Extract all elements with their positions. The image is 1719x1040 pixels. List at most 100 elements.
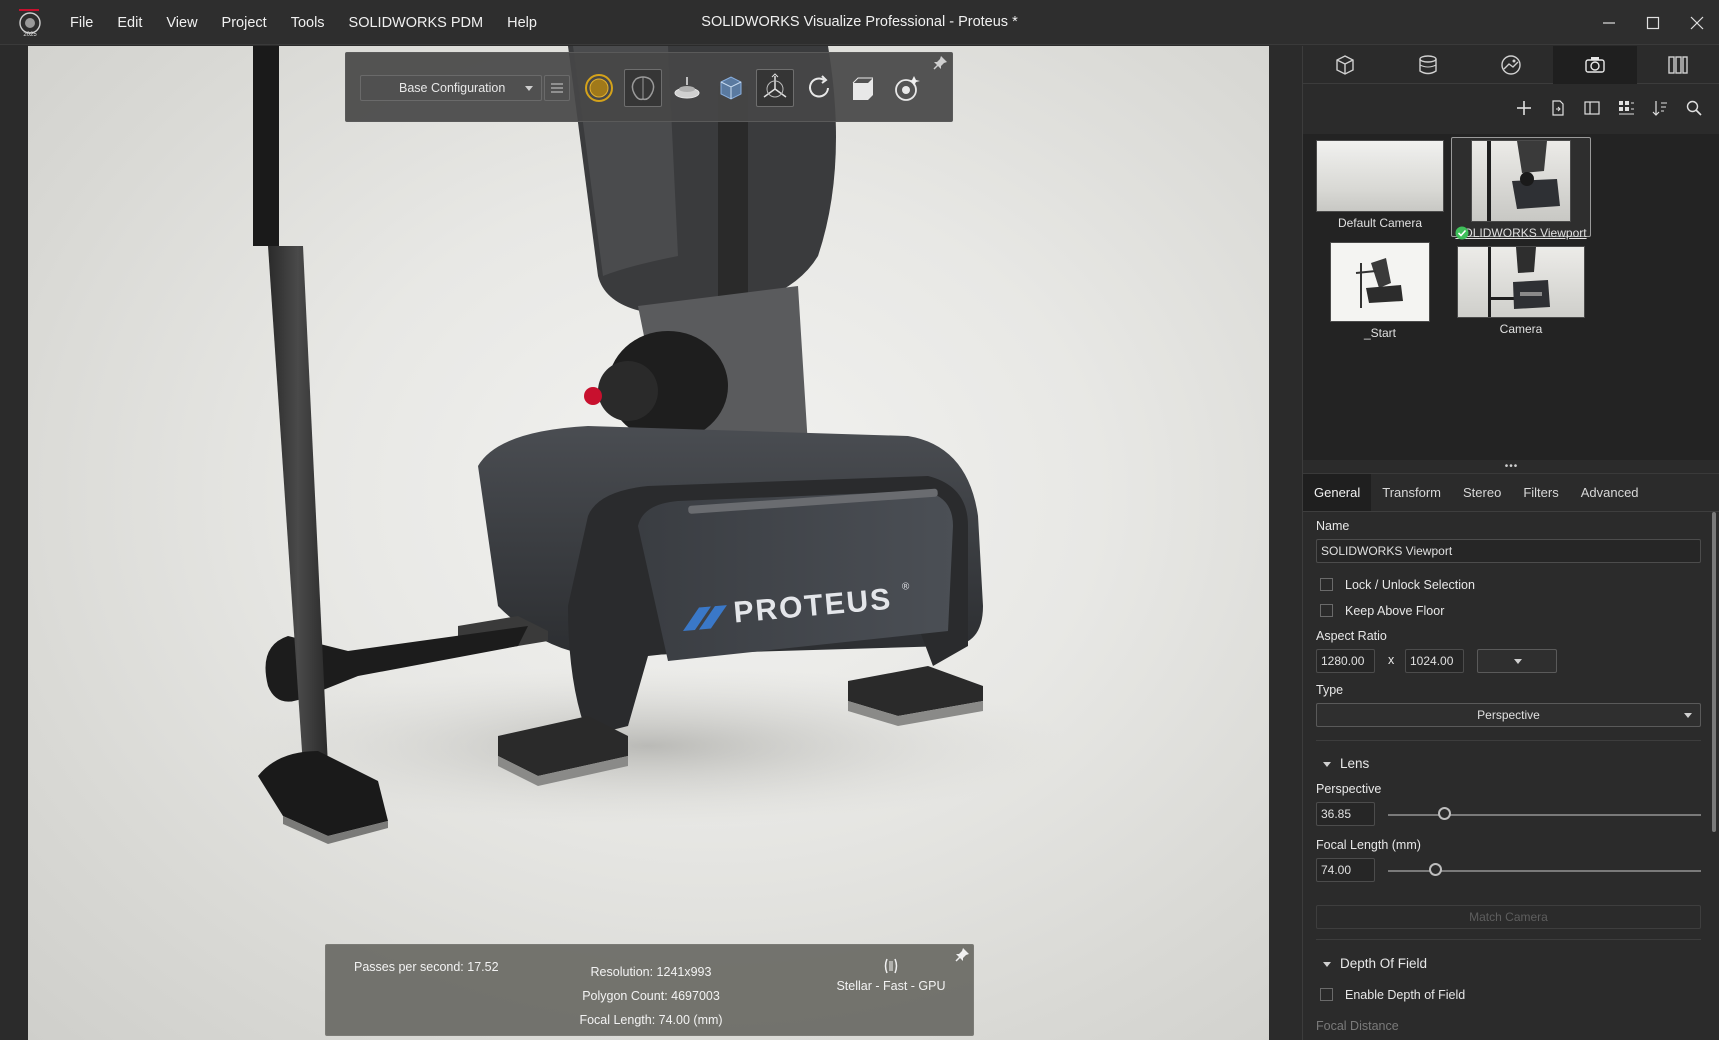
- active-check-icon: [1455, 226, 1469, 240]
- keep-above-floor-checkbox[interactable]: [1320, 604, 1333, 617]
- appearances-icon: [1419, 55, 1437, 75]
- depth-of-field-label: Depth Of Field: [1340, 956, 1428, 971]
- camera-thumb-start[interactable]: _Start: [1310, 242, 1450, 342]
- menu-project[interactable]: Project: [210, 15, 279, 31]
- ai-denoiser-icon: [631, 76, 655, 101]
- minimize-button[interactable]: [1587, 0, 1631, 45]
- camera-thumbnails: Default Camera SOLIDWORKS Viewport _Star…: [1303, 134, 1719, 460]
- name-field[interactable]: SOLIDWORKS Viewport: [1316, 539, 1701, 563]
- match-camera-button[interactable]: Match Camera: [1316, 905, 1701, 929]
- render-mode-button[interactable]: [580, 69, 618, 107]
- tab-filters[interactable]: Filters: [1512, 474, 1569, 511]
- panel-splitter[interactable]: •••: [1303, 460, 1719, 474]
- search-button[interactable]: [1677, 94, 1711, 122]
- chevron-down-icon: [1514, 659, 1522, 664]
- configuration-dropdown[interactable]: Base Configuration: [360, 75, 542, 101]
- layout-button[interactable]: [1575, 94, 1609, 122]
- passes-per-second: Passes per second: 17.52: [354, 960, 499, 974]
- tab-cameras[interactable]: [1553, 46, 1637, 84]
- menu-file[interactable]: File: [58, 15, 105, 31]
- aspect-width-field[interactable]: 1280.00: [1316, 649, 1375, 673]
- camera-type-dropdown[interactable]: Perspective: [1316, 703, 1701, 727]
- enable-dof-label: Enable Depth of Field: [1345, 988, 1466, 1002]
- render-stats: Resolution: 1241x993 Polygon Count: 4697…: [551, 960, 751, 1032]
- perspective-field[interactable]: 36.85: [1316, 802, 1375, 826]
- camera-label: _Start: [1363, 326, 1396, 340]
- camera-label: SOLIDWORKS Viewport: [1452, 226, 1590, 240]
- tab-models[interactable]: [1303, 46, 1386, 84]
- tab-transform[interactable]: Transform: [1371, 474, 1452, 511]
- export-button[interactable]: [844, 69, 882, 107]
- menu-tools[interactable]: Tools: [279, 15, 337, 31]
- render-mode-status[interactable]: Stellar - Fast - GPU: [826, 957, 956, 993]
- viewport-preview-icon: [1487, 141, 1560, 221]
- viewport-scene: PROTEUS ®: [228, 46, 1068, 844]
- render-options-button[interactable]: [888, 69, 926, 107]
- grid-view-button[interactable]: [1609, 94, 1643, 122]
- pin-icon[interactable]: [932, 55, 948, 71]
- enable-dof-checkbox[interactable]: [1320, 988, 1333, 1001]
- camera-thumb-solidworks-viewport[interactable]: SOLIDWORKS Viewport: [1451, 137, 1591, 240]
- tab-scenes[interactable]: [1470, 46, 1553, 84]
- tab-stereo[interactable]: Stereo: [1452, 474, 1512, 511]
- perspective-slider-knob[interactable]: [1438, 807, 1451, 820]
- aspect-separator: x: [1388, 653, 1395, 667]
- tab-appearances[interactable]: [1386, 46, 1469, 84]
- camera-preview-graphic: [1488, 247, 1550, 317]
- title-bar: 2025 File Edit View Project Tools SOLIDW…: [0, 0, 1719, 45]
- lens-section-header[interactable]: Lens: [1323, 756, 1369, 771]
- app-logo-icon[interactable]: 2025: [16, 9, 44, 37]
- focal-length-field[interactable]: 74.00: [1316, 858, 1375, 882]
- scene-bounds-button[interactable]: [712, 69, 750, 107]
- focal-length-slider-knob[interactable]: [1429, 863, 1442, 876]
- camera-label-text: SOLIDWORKS Viewport: [1455, 226, 1587, 240]
- menu-view[interactable]: View: [154, 15, 209, 31]
- import-icon: [1552, 100, 1564, 116]
- camera-thumb-default[interactable]: Default Camera: [1310, 140, 1450, 232]
- turntable-button[interactable]: [668, 69, 706, 107]
- scene-bounds-icon: [720, 76, 742, 100]
- focal-length-text: Focal Length: 74.00 (mm): [579, 1013, 723, 1027]
- status-pin-icon[interactable]: [954, 947, 970, 963]
- import-button[interactable]: [1541, 94, 1575, 122]
- tab-general[interactable]: General: [1303, 474, 1372, 511]
- aspect-height-field[interactable]: 1024.00: [1405, 649, 1464, 673]
- menu-edit[interactable]: Edit: [105, 15, 154, 31]
- aspect-preset-dropdown[interactable]: [1477, 649, 1557, 673]
- ai-denoiser-button[interactable]: [624, 69, 662, 107]
- depth-of-field-section-header[interactable]: Depth Of Field: [1323, 956, 1427, 971]
- type-label: Type: [1316, 683, 1344, 697]
- lock-selection-label: Lock / Unlock Selection: [1345, 578, 1475, 592]
- add-icon: [1517, 101, 1531, 115]
- visualize-app: 2025 File Edit View Project Tools SOLIDW…: [0, 0, 1719, 1040]
- tab-libraries[interactable]: [1637, 46, 1719, 84]
- tab-advanced[interactable]: Advanced: [1570, 474, 1650, 511]
- polygon-count-text: Polygon Count: 4697003: [582, 989, 720, 1003]
- add-camera-button[interactable]: [1507, 94, 1541, 122]
- properties-scrollbar[interactable]: [1712, 512, 1716, 832]
- object-manipulation-button[interactable]: [756, 69, 794, 107]
- divider: [1316, 939, 1701, 940]
- splitter-handle: •••: [1504, 461, 1519, 472]
- menu-help[interactable]: Help: [495, 15, 549, 31]
- maximize-button[interactable]: [1631, 0, 1675, 45]
- stellar-icon: [884, 958, 898, 974]
- lock-selection-checkbox[interactable]: [1320, 578, 1333, 591]
- perspective-label: Perspective: [1316, 782, 1382, 796]
- refresh-button[interactable]: [800, 69, 838, 107]
- expand-triangle-icon: [1323, 761, 1331, 767]
- viewport-toolbar: Base Configuration: [345, 52, 953, 122]
- perspective-slider-track[interactable]: [1388, 814, 1701, 816]
- palette-panel: Default Camera SOLIDWORKS Viewport _Star…: [1302, 46, 1719, 1040]
- name-label: Name: [1316, 519, 1350, 533]
- close-button[interactable]: [1675, 0, 1719, 45]
- property-tabs: General Transform Stereo Filters Advance…: [1303, 474, 1719, 512]
- camera-thumb-camera[interactable]: Camera: [1451, 246, 1591, 338]
- menu-solidworks-pdm[interactable]: SOLIDWORKS PDM: [337, 15, 496, 31]
- render-viewport[interactable]: PROTEUS ®: [28, 46, 1269, 1040]
- lens-label: Lens: [1340, 756, 1370, 771]
- object-manipulation-icon: [763, 73, 787, 98]
- sort-button[interactable]: [1643, 94, 1677, 122]
- configuration-list-button[interactable]: [544, 75, 570, 101]
- resolution-text: Resolution: 1241x993: [590, 965, 712, 979]
